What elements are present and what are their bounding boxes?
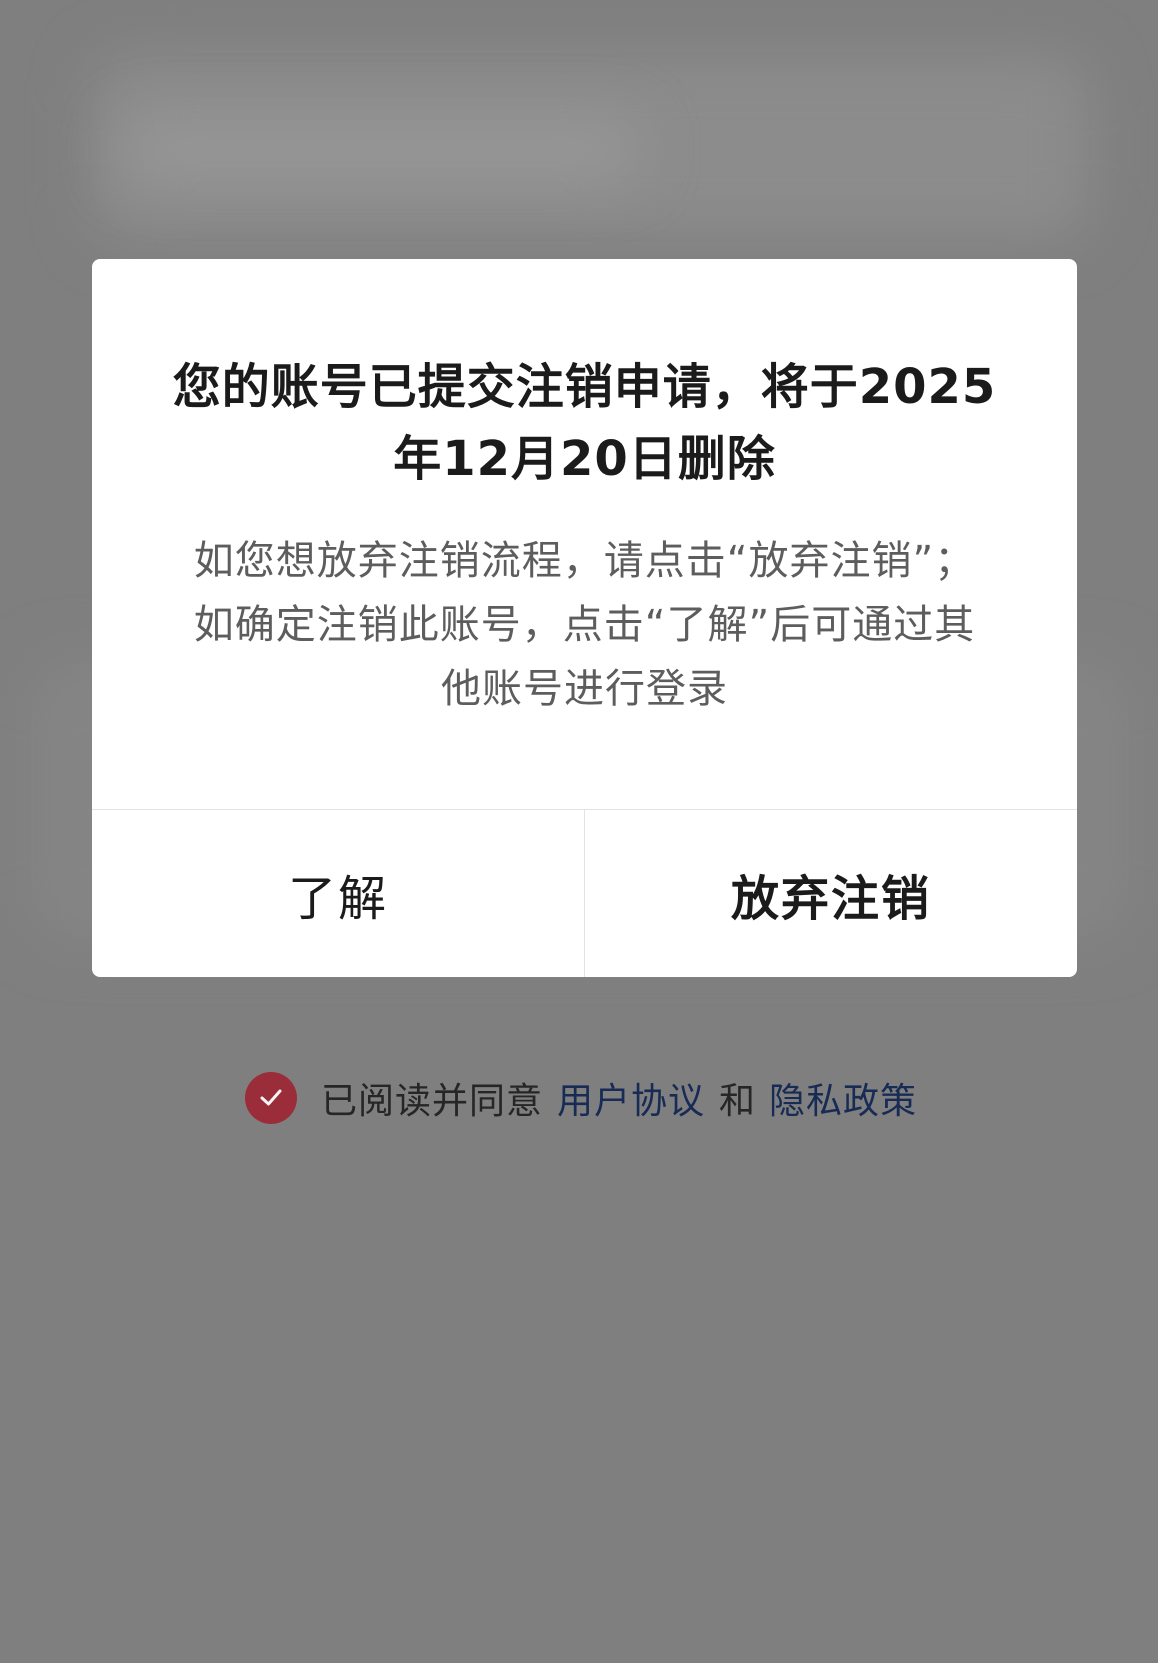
privacy-policy-link[interactable]: 隐私政策 (769, 1072, 917, 1124)
dialog-message: 如您想放弃注销流程，请点击“放弃注销”；如确定注销此账号，点击“了解”后可通过其… (193, 538, 976, 712)
agreement-conjunction: 和 (719, 1081, 756, 1122)
blurred-header-text (120, 120, 640, 180)
agreement-prefix: 已阅读并同意 (321, 1081, 544, 1122)
checkmark-circle-icon[interactable] (245, 1072, 297, 1124)
dialog-title: 您的账号已提交注销申请，将于2025年12月20日删除 (172, 359, 997, 487)
understand-button[interactable]: 了解 (92, 810, 584, 977)
dialog-body: 您的账号已提交注销申请，将于2025年12月20日删除 如您想放弃注销流程，请点… (92, 259, 1077, 809)
cancel-deletion-button[interactable]: 放弃注销 (585, 810, 1077, 977)
checkmark-icon (260, 1089, 282, 1106)
agreement-row: 已阅读并同意 用户协议 和 隐私政策 (245, 1071, 917, 1125)
account-deletion-dialog: 您的账号已提交注销申请，将于2025年12月20日删除 如您想放弃注销流程，请点… (92, 259, 1077, 977)
user-agreement-link[interactable]: 用户协议 (557, 1072, 705, 1124)
